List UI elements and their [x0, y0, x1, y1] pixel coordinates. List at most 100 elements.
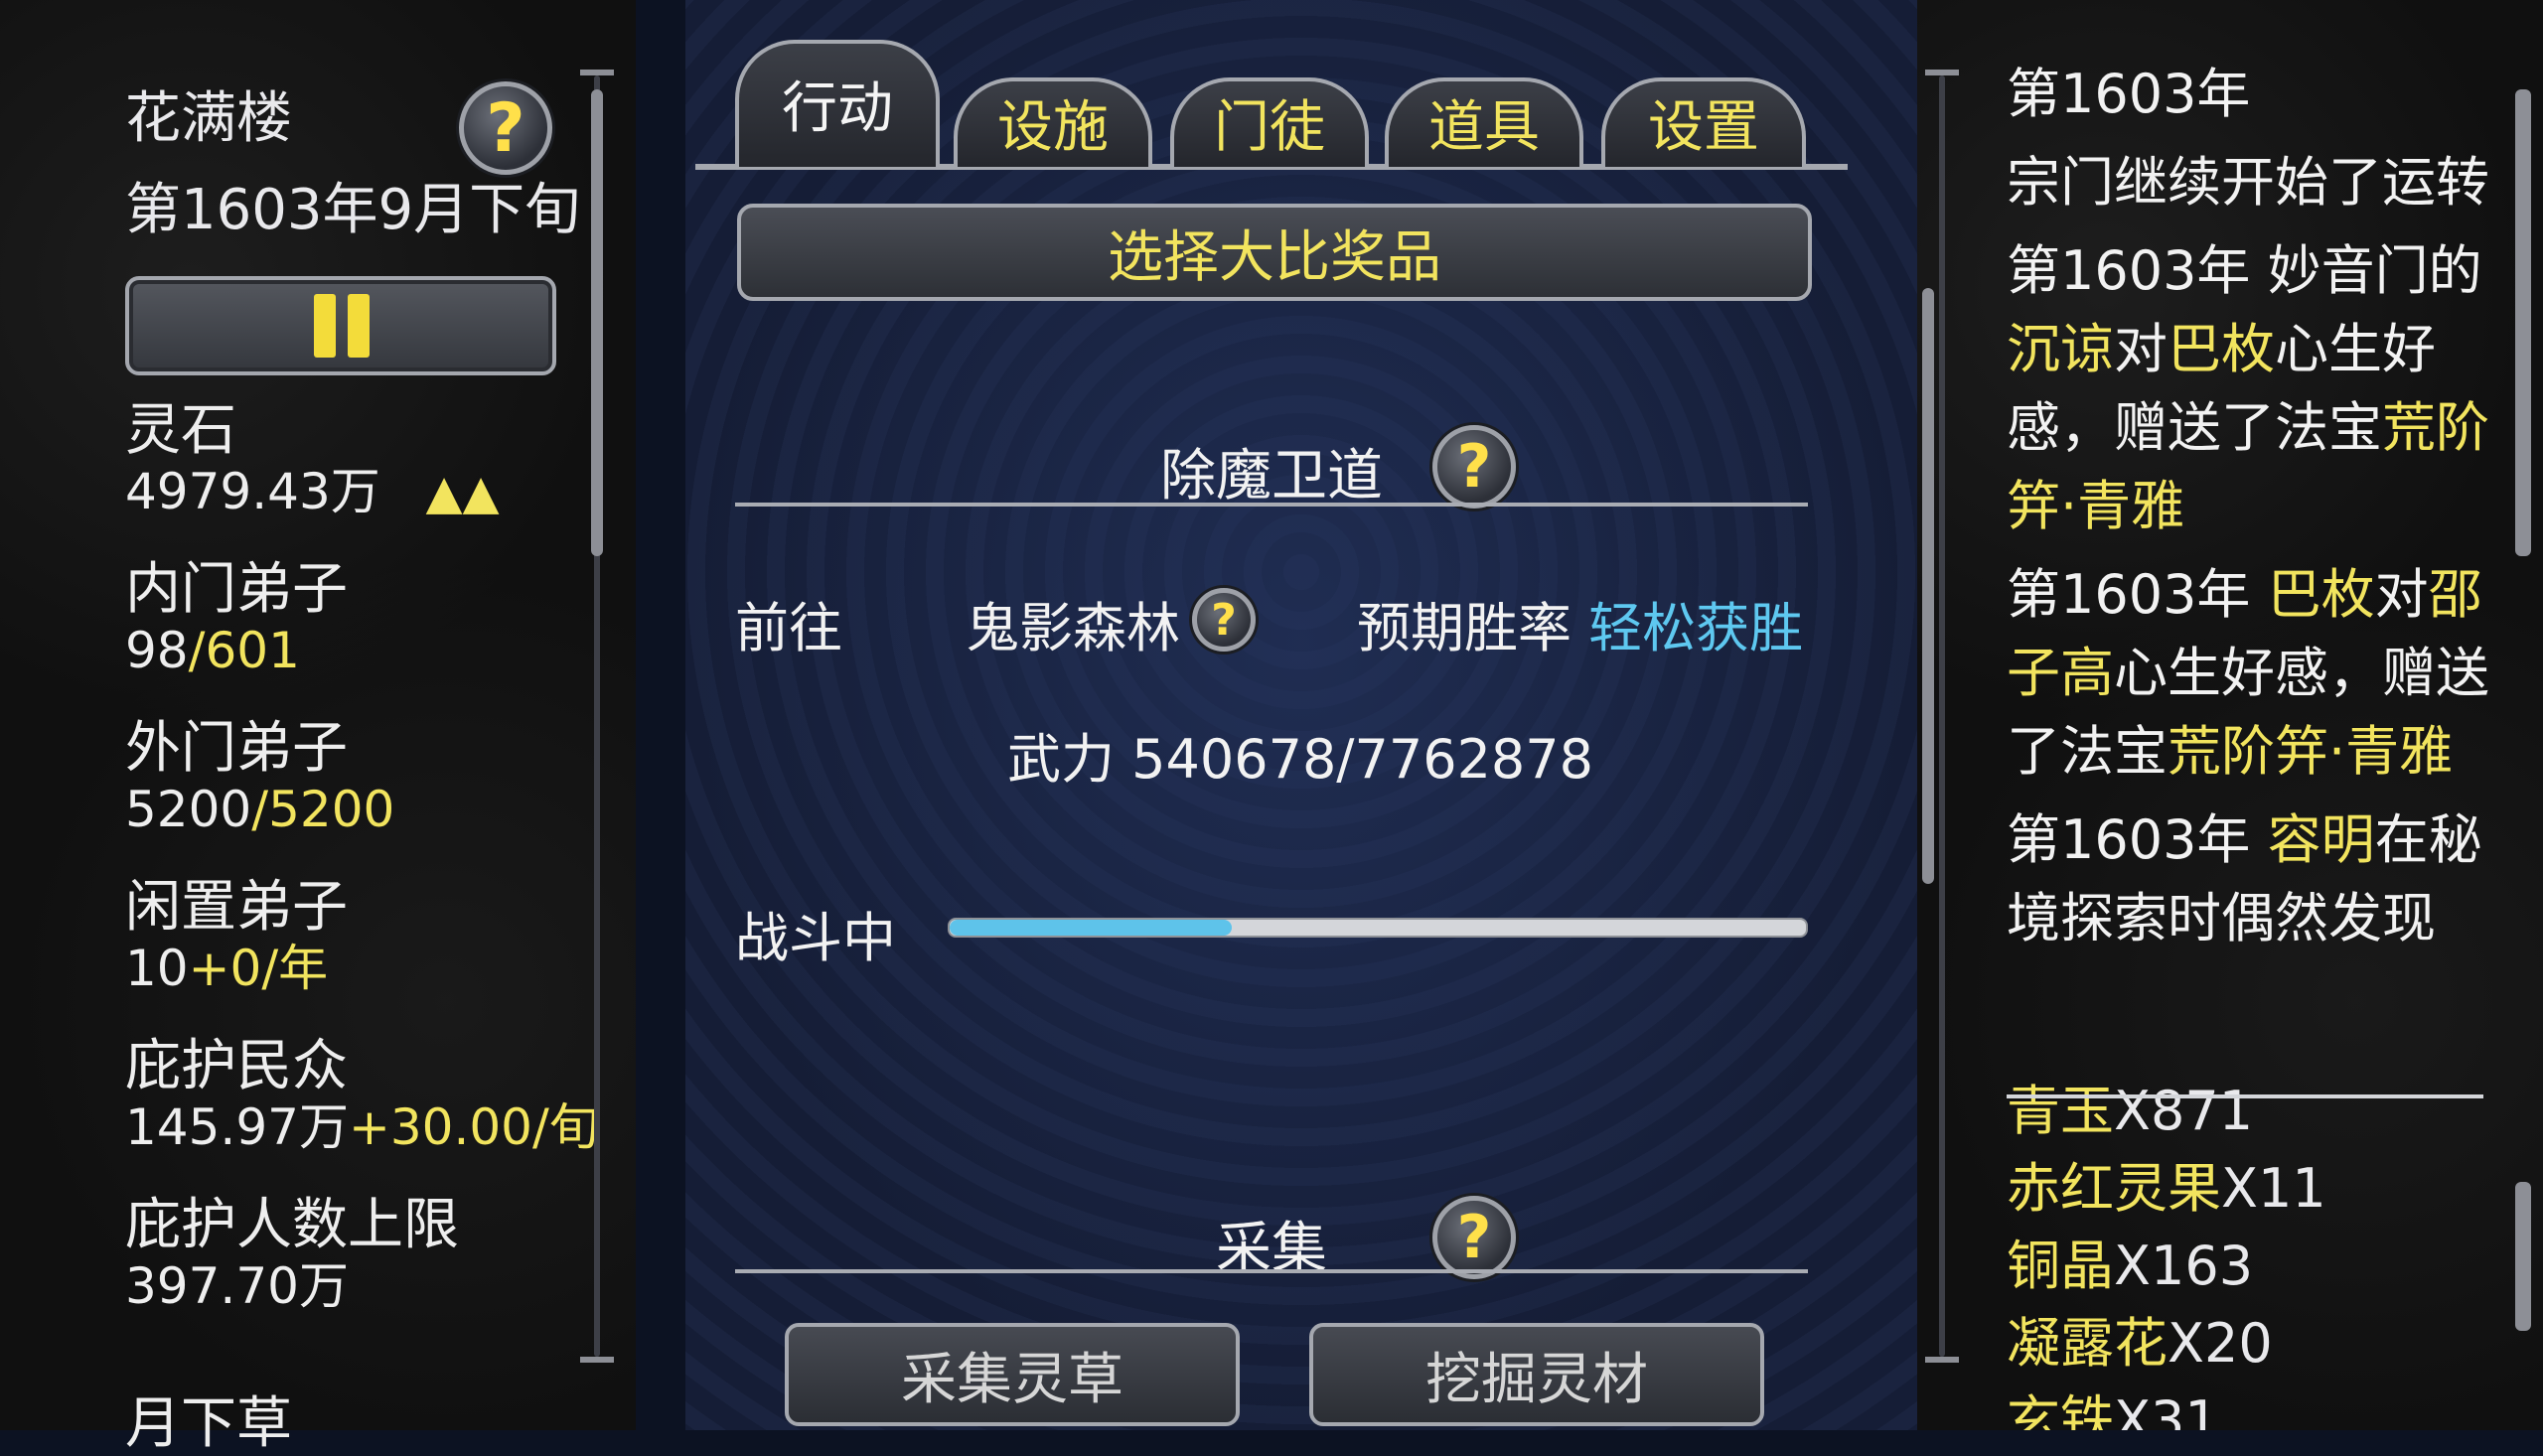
stat-inner-disciples: 内门弟子 98/601 — [125, 557, 348, 680]
tab-disciples[interactable]: 门徒 — [1170, 77, 1369, 167]
stat-label: 庇护人数上限 — [125, 1193, 459, 1257]
stat-moon-grass: 月下草 — [125, 1392, 292, 1456]
stat-value: 397.70万 — [125, 1257, 349, 1315]
log-text: 第1603年 — [2007, 563, 2268, 626]
pause-button[interactable] — [125, 276, 556, 375]
win-rate-label: 预期胜率 — [1357, 597, 1571, 659]
goto-label: 前往 — [735, 597, 842, 659]
center-scroll-cap-bottom — [1925, 1357, 1959, 1363]
inventory-item: 铜晶X163 — [2007, 1228, 2503, 1305]
tab-actions[interactable]: 行动 — [735, 40, 940, 167]
tab-settings[interactable]: 设置 — [1601, 77, 1806, 167]
pause-icon — [314, 294, 336, 358]
stat-max: /601 — [188, 622, 300, 679]
log-entry: 宗门继续开始了运转 — [2007, 143, 2503, 221]
stat-current: 5200 — [125, 781, 252, 838]
dig-materials-button[interactable]: 挖掘灵材 — [1309, 1323, 1764, 1426]
stat-label: 庇护民众 — [125, 1034, 348, 1098]
mission-title: 除魔卫道 — [1160, 444, 1383, 509]
stat-value: 5200/5200 — [125, 781, 394, 838]
stat-label: 外门弟子 — [125, 716, 348, 781]
tab-label: 门徒 — [1214, 94, 1325, 160]
inventory-item-name: 玄铁 — [2007, 1389, 2114, 1430]
pause-icon-bar — [348, 294, 370, 358]
left-scroll-cap-bottom — [580, 1357, 614, 1363]
spirit-stone-value: 4979.43万 — [125, 463, 380, 520]
inventory-item-count: X163 — [2114, 1235, 2254, 1297]
tab-facilities[interactable]: 设施 — [954, 77, 1152, 167]
stat-protection-limit: 庇护人数上限 397.70万 — [125, 1193, 459, 1316]
center-scroll-thumb[interactable] — [1922, 288, 1934, 884]
log-highlight: 沉谅 — [2007, 318, 2114, 380]
inventory-item-name: 凝露花 — [2007, 1312, 2168, 1375]
log-text: 第1603年 妙音门的 — [2007, 239, 2482, 302]
sect-help-icon[interactable]: ? — [459, 81, 552, 175]
tab-label: 行动 — [782, 75, 893, 141]
stat-value: 145.97万+30.00/旬 — [125, 1098, 599, 1156]
stat-rate: +0/年 — [188, 940, 329, 997]
inventory-item-count: X20 — [2168, 1312, 2273, 1375]
inventory-item: 玄铁X31 — [2007, 1383, 2503, 1430]
stat-current: 10 — [125, 940, 189, 997]
center-scrollbar[interactable] — [1939, 75, 1945, 1357]
inventory-item: 青玉X871 — [2007, 1073, 2503, 1150]
log-highlight: 巴枚 — [2267, 563, 2375, 626]
tab-label: 道具 — [1428, 94, 1540, 160]
stat-spirit-stones: 灵石 4979.43万 ▲▲ — [125, 399, 500, 521]
mission-help-icon[interactable]: ? — [1432, 425, 1516, 509]
stat-protected-citizens: 庇护民众 145.97万+30.00/旬 — [125, 1034, 599, 1157]
log-text: 宗门继续开始了运转 — [2007, 151, 2489, 214]
stat-current: 98 — [125, 622, 189, 679]
stat-value: 10+0/年 — [125, 940, 348, 997]
gather-divider — [735, 1269, 1808, 1273]
event-log[interactable]: 第1603年 宗门继续开始了运转 第1603年 妙音门的沉谅对巴枚心生好感，赠送了法… — [2007, 55, 2503, 1048]
inventory-divider — [2007, 1094, 2483, 1098]
power-readout: 武力 540678/7762878 — [1007, 728, 1593, 791]
stat-max: /5200 — [251, 781, 395, 838]
log-entry: 第1603年 — [2007, 55, 2503, 133]
game-date: 第1603年9月下旬 — [125, 178, 581, 242]
left-scroll-thumb[interactable] — [591, 89, 603, 556]
tab-label: 设置 — [1648, 94, 1759, 160]
inventory-item-count: X31 — [2114, 1389, 2219, 1430]
stat-outer-disciples: 外门弟子 5200/5200 — [125, 716, 394, 839]
gather-help-icon[interactable]: ? — [1432, 1196, 1516, 1279]
mission-divider — [735, 503, 1808, 507]
stat-label: 灵石 — [125, 398, 236, 463]
log-highlight: 巴枚 — [2168, 318, 2275, 380]
log-text: 第1603年 — [2007, 808, 2268, 871]
location-help-icon[interactable]: ? — [1192, 588, 1256, 652]
stat-current: 145.97万 — [125, 1098, 349, 1156]
log-highlight: 容明 — [2267, 808, 2375, 871]
inventory-item: 赤红灵果X11 — [2007, 1150, 2503, 1228]
inventory-item-name: 青玉 — [2007, 1080, 2114, 1142]
inventory-item-count: X871 — [2114, 1080, 2254, 1142]
log-highlight: 荒阶笄·青雅 — [2168, 720, 2454, 783]
inventory-list[interactable]: 青玉X871 赤红灵果X11 铜晶X163 凝露花X20 玄铁X31 — [2007, 1073, 2503, 1430]
win-rate-value: 轻松获胜 — [1588, 597, 1804, 659]
log-text: 第1603年 — [2007, 63, 2251, 125]
win-rate: 预期胜率 轻松获胜 — [1357, 584, 1803, 662]
inventory-scroll-thumb[interactable] — [2515, 1182, 2531, 1331]
stat-value: 98/601 — [125, 622, 348, 679]
log-entry: 第1603年 妙音门的沉谅对巴枚心生好感，赠送了法宝荒阶笄·青雅 — [2007, 231, 2503, 545]
stat-label: 月下草 — [125, 1391, 292, 1456]
log-text: 对 — [2114, 318, 2168, 380]
tab-label: 设施 — [997, 94, 1109, 160]
inventory-item-name: 铜晶 — [2007, 1235, 2114, 1297]
inventory-item-name: 赤红灵果 — [2007, 1157, 2221, 1220]
tab-items[interactable]: 道具 — [1385, 77, 1583, 167]
stat-idle-disciples: 闲置弟子 10+0/年 — [125, 875, 348, 998]
stat-label: 内门弟子 — [125, 557, 348, 622]
log-entry: 第1603年 巴枚对邵子高心生好感，赠送了法宝荒阶笄·青雅 — [2007, 555, 2503, 791]
stat-rate: +30.00/旬 — [348, 1098, 599, 1156]
log-entry: 第1603年 容明在秘境探索时偶然发现 — [2007, 801, 2503, 957]
select-tournament-prize-button[interactable]: 选择大比奖品 — [737, 204, 1812, 301]
gather-herbs-button[interactable]: 采集灵草 — [785, 1323, 1240, 1426]
log-scroll-thumb[interactable] — [2515, 89, 2531, 556]
location-name[interactable]: 鬼影森林 — [966, 584, 1180, 662]
battle-progress-fill — [950, 920, 1233, 936]
stat-value: 4979.43万 ▲▲ — [125, 463, 500, 521]
log-text: 对 — [2374, 563, 2429, 626]
stat-label: 闲置弟子 — [125, 875, 348, 940]
